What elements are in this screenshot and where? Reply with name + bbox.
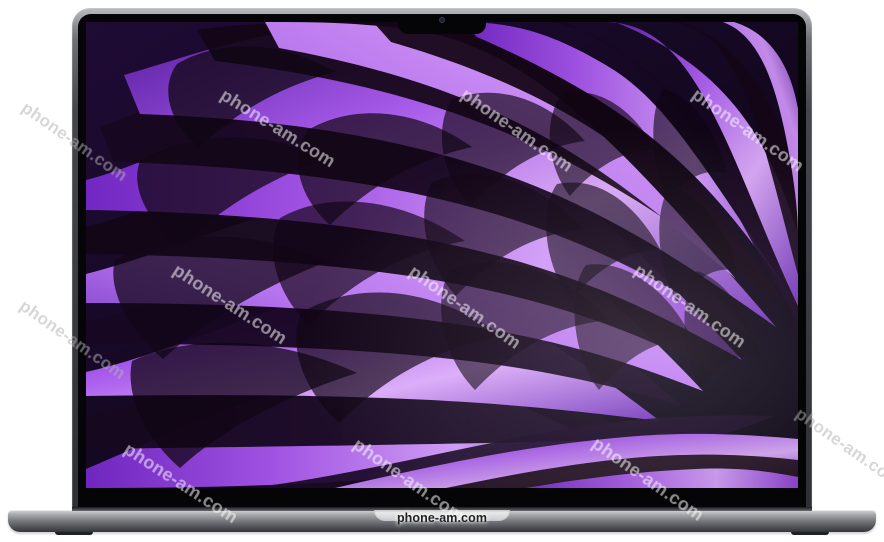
website-label: phone-am.com — [396, 511, 488, 525]
camera-icon — [439, 17, 445, 23]
left-foot — [55, 532, 93, 535]
abstract-wallpaper — [86, 22, 798, 488]
display-wallpaper — [86, 22, 798, 488]
right-foot — [791, 532, 829, 535]
product-image: phone-am.com phone-am.com phone-am.com p… — [0, 0, 884, 542]
